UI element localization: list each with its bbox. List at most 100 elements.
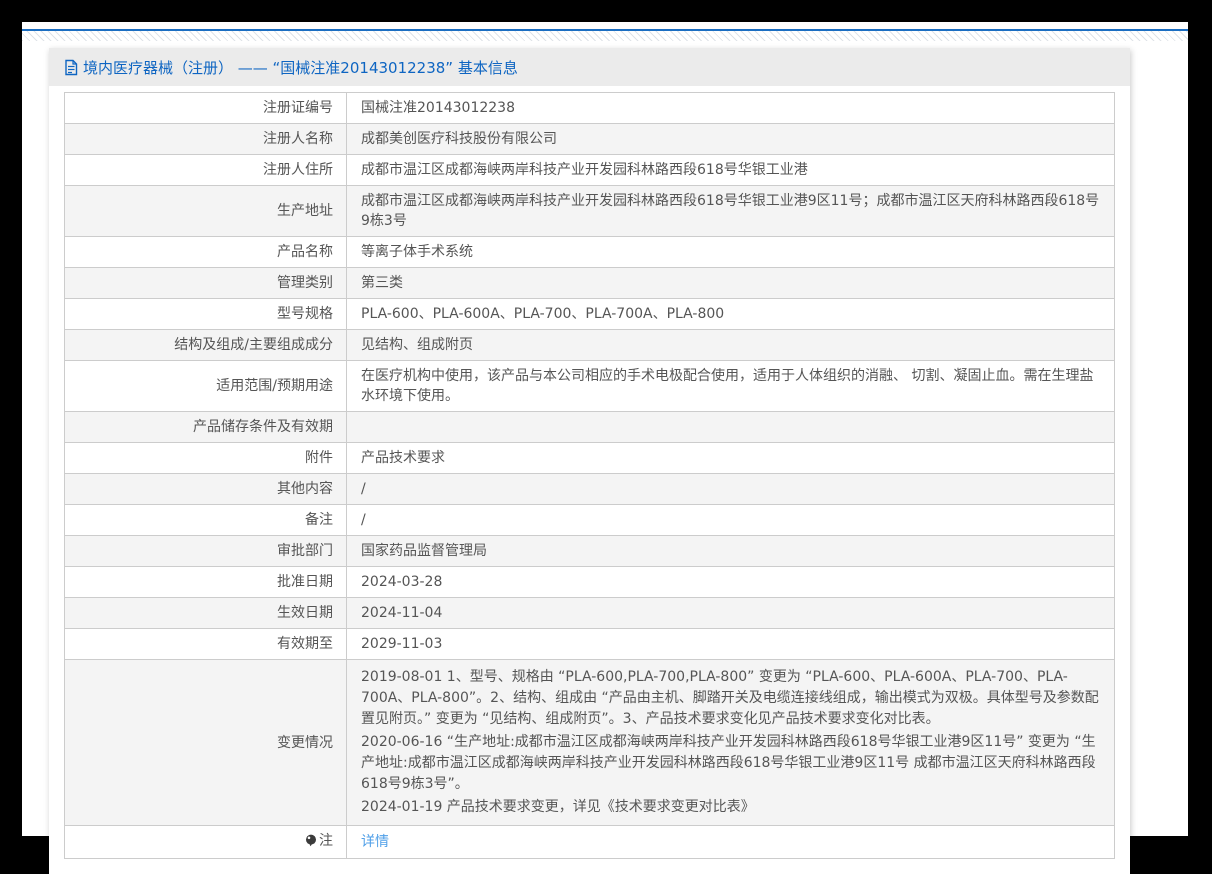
row-label-text: 产品储存条件及有效期 — [193, 419, 333, 435]
details-link[interactable]: 详情 — [361, 834, 389, 850]
row-value-text: 国械注准20143012238 — [361, 100, 515, 116]
table-row: 注册证编号 国械注准20143012238 — [64, 92, 1115, 124]
row-value: 成都市温江区成都海峡两岸科技产业开发园科林路西段618号华银工业港 — [346, 154, 1115, 186]
row-value-text: / — [361, 481, 366, 497]
table-row: 变更情况 2019-08-01 1、型号、规格由 “PLA-600,PLA-700… — [64, 659, 1115, 826]
row-label: 结构及组成/主要组成成分 — [64, 329, 347, 361]
row-value: 成都市温江区成都海峡两岸科技产业开发园科林路西段618号华银工业港9区11号；成… — [346, 185, 1115, 237]
row-value: 2024-11-04 — [346, 597, 1115, 629]
row-label: 有效期至 — [64, 628, 347, 660]
row-label: 管理类别 — [64, 267, 347, 299]
row-value-text: 等离子体手术系统 — [361, 244, 473, 260]
table-row: 批准日期 2024-03-28 — [64, 566, 1115, 598]
row-value: 2019-08-01 1、型号、规格由 “PLA-600,PLA-700,PLA… — [346, 659, 1115, 826]
row-value-text: 2024-11-04 — [361, 605, 443, 621]
change-history-line: 2024-01-19 产品技术要求变更，详见《技术要求变更对比表》 — [361, 799, 755, 815]
row-value-text: PLA-600、PLA-600A、PLA-700、PLA-700A、PLA-80… — [361, 306, 725, 322]
row-value: PLA-600、PLA-600A、PLA-700、PLA-700A、PLA-80… — [346, 298, 1115, 330]
empty-value — [361, 417, 1102, 437]
table-row: 注册人住所 成都市温江区成都海峡两岸科技产业开发园科林路西段618号华银工业港 — [64, 154, 1115, 186]
row-label: 产品储存条件及有效期 — [64, 411, 347, 443]
document-icon — [64, 59, 78, 76]
row-label-text: 产品名称 — [277, 244, 333, 260]
row-label: 生效日期 — [64, 597, 347, 629]
table-container: 注册证编号 国械注准20143012238 注册人名称 成都美创医疗科技股份有限公司注… — [49, 86, 1130, 859]
row-label-text: 审批部门 — [277, 543, 333, 559]
row-label-text: 生产地址 — [277, 203, 333, 219]
row-label-text: 附件 — [305, 450, 333, 466]
table-row: 备注 / — [64, 504, 1115, 536]
row-value: 成都美创医疗科技股份有限公司 — [346, 123, 1115, 155]
row-value: 2029-11-03 — [346, 628, 1115, 660]
row-label: 产品名称 — [64, 236, 347, 268]
row-label-text: 注册人名称 — [263, 131, 333, 147]
row-label: 注册证编号 — [64, 92, 347, 124]
row-label: 注册人住所 — [64, 154, 347, 186]
row-value: / — [346, 473, 1115, 505]
table-row: 有效期至 2029-11-03 — [64, 628, 1115, 660]
row-value-text: 国家药品监督管理局 — [361, 543, 487, 559]
row-value: 产品技术要求 — [346, 442, 1115, 474]
row-label-text: 注 — [319, 833, 333, 849]
row-label: 注册人名称 — [64, 123, 347, 155]
row-label: 变更情况 — [64, 659, 347, 826]
info-card: 境内医疗器械（注册） —— “国械注准20143012238” 基本信息 注册证… — [49, 48, 1130, 874]
row-label-text: 生效日期 — [277, 605, 333, 621]
row-label: 批准日期 — [64, 566, 347, 598]
row-value-text: 第三类 — [361, 275, 403, 291]
row-label-text: 变更情况 — [277, 734, 333, 751]
row-label: 注 — [64, 825, 347, 859]
row-value: 等离子体手术系统 — [346, 236, 1115, 268]
title-bar: 境内医疗器械（注册） —— “国械注准20143012238” 基本信息 — [49, 48, 1130, 86]
table-row: 其他内容 / — [64, 473, 1115, 505]
row-value: 国械注准20143012238 — [346, 92, 1115, 124]
row-value: 国家药品监督管理局 — [346, 535, 1115, 567]
bulb-icon — [305, 833, 317, 853]
row-value: / — [346, 504, 1115, 536]
row-value-text: / — [361, 512, 366, 528]
row-value: 2024-03-28 — [346, 566, 1115, 598]
table-row: 产品名称 等离子体手术系统 — [64, 236, 1115, 268]
row-label: 审批部门 — [64, 535, 347, 567]
row-value: 详情 — [346, 825, 1115, 859]
table-row: 附件 产品技术要求 — [64, 442, 1115, 474]
row-label-text: 备注 — [305, 512, 333, 528]
table-row: 审批部门 国家药品监督管理局 — [64, 535, 1115, 567]
page-title: 境内医疗器械（注册） —— “国械注准20143012238” 基本信息 — [83, 58, 518, 77]
row-label: 适用范围/预期用途 — [64, 360, 347, 412]
table-row: 管理类别 第三类 — [64, 267, 1115, 299]
row-label-text: 管理类别 — [277, 275, 333, 291]
row-value-text: 2024-03-28 — [361, 574, 443, 590]
row-value-text: 在医疗机构中使用，该产品与本公司相应的手术电极配合使用，适用于人体组织的消融、 … — [361, 368, 1094, 404]
change-history-line: 2020-06-16 “生产地址:成都市温江区成都海峡两岸科技产业开发园科林路西… — [361, 734, 1096, 792]
row-value-text: 2029-11-03 — [361, 636, 443, 652]
row-label-text: 型号规格 — [277, 306, 333, 322]
table-row: 适用范围/预期用途 在医疗机构中使用，该产品与本公司相应的手术电极配合使用，适用于… — [64, 360, 1115, 412]
row-value-text: 见结构、组成附页 — [361, 337, 473, 353]
row-label-text: 适用范围/预期用途 — [216, 378, 333, 394]
row-label: 备注 — [64, 504, 347, 536]
row-label-text: 注册人住所 — [263, 162, 333, 178]
registration-info-table: 注册证编号 国械注准20143012238 注册人名称 成都美创医疗科技股份有限公司注… — [64, 92, 1115, 859]
row-value: 第三类 — [346, 267, 1115, 299]
table-row: 注册人名称 成都美创医疗科技股份有限公司 — [64, 123, 1115, 155]
row-label-text: 有效期至 — [277, 636, 333, 652]
row-label: 型号规格 — [64, 298, 347, 330]
row-value-text: 成都美创医疗科技股份有限公司 — [361, 131, 557, 147]
row-label-text: 批准日期 — [277, 574, 333, 590]
row-value: 在医疗机构中使用，该产品与本公司相应的手术电极配合使用，适用于人体组织的消融、 … — [346, 360, 1115, 412]
row-value-text: 成都市温江区成都海峡两岸科技产业开发园科林路西段618号华银工业港9区11号；成… — [361, 193, 1100, 229]
table-row: 注 详情 — [64, 825, 1115, 859]
row-label: 附件 — [64, 442, 347, 474]
row-value: 见结构、组成附页 — [346, 329, 1115, 361]
change-history-line: 2019-08-01 1、型号、规格由 “PLA-600,PLA-700,PLA… — [361, 669, 1099, 727]
row-label-text: 注册证编号 — [263, 100, 333, 116]
row-value — [346, 411, 1115, 443]
row-value-text: 产品技术要求 — [361, 450, 445, 466]
hatch-pattern-band — [22, 31, 1188, 41]
table-row: 生产地址 成都市温江区成都海峡两岸科技产业开发园科林路西段618号华银工业港9区1… — [64, 185, 1115, 237]
row-value-text: 成都市温江区成都海峡两岸科技产业开发园科林路西段618号华银工业港 — [361, 162, 808, 178]
table-row: 生效日期 2024-11-04 — [64, 597, 1115, 629]
table-row: 型号规格 PLA-600、PLA-600A、PLA-700、PLA-700A、PL… — [64, 298, 1115, 330]
row-label-text: 结构及组成/主要组成成分 — [174, 337, 333, 353]
